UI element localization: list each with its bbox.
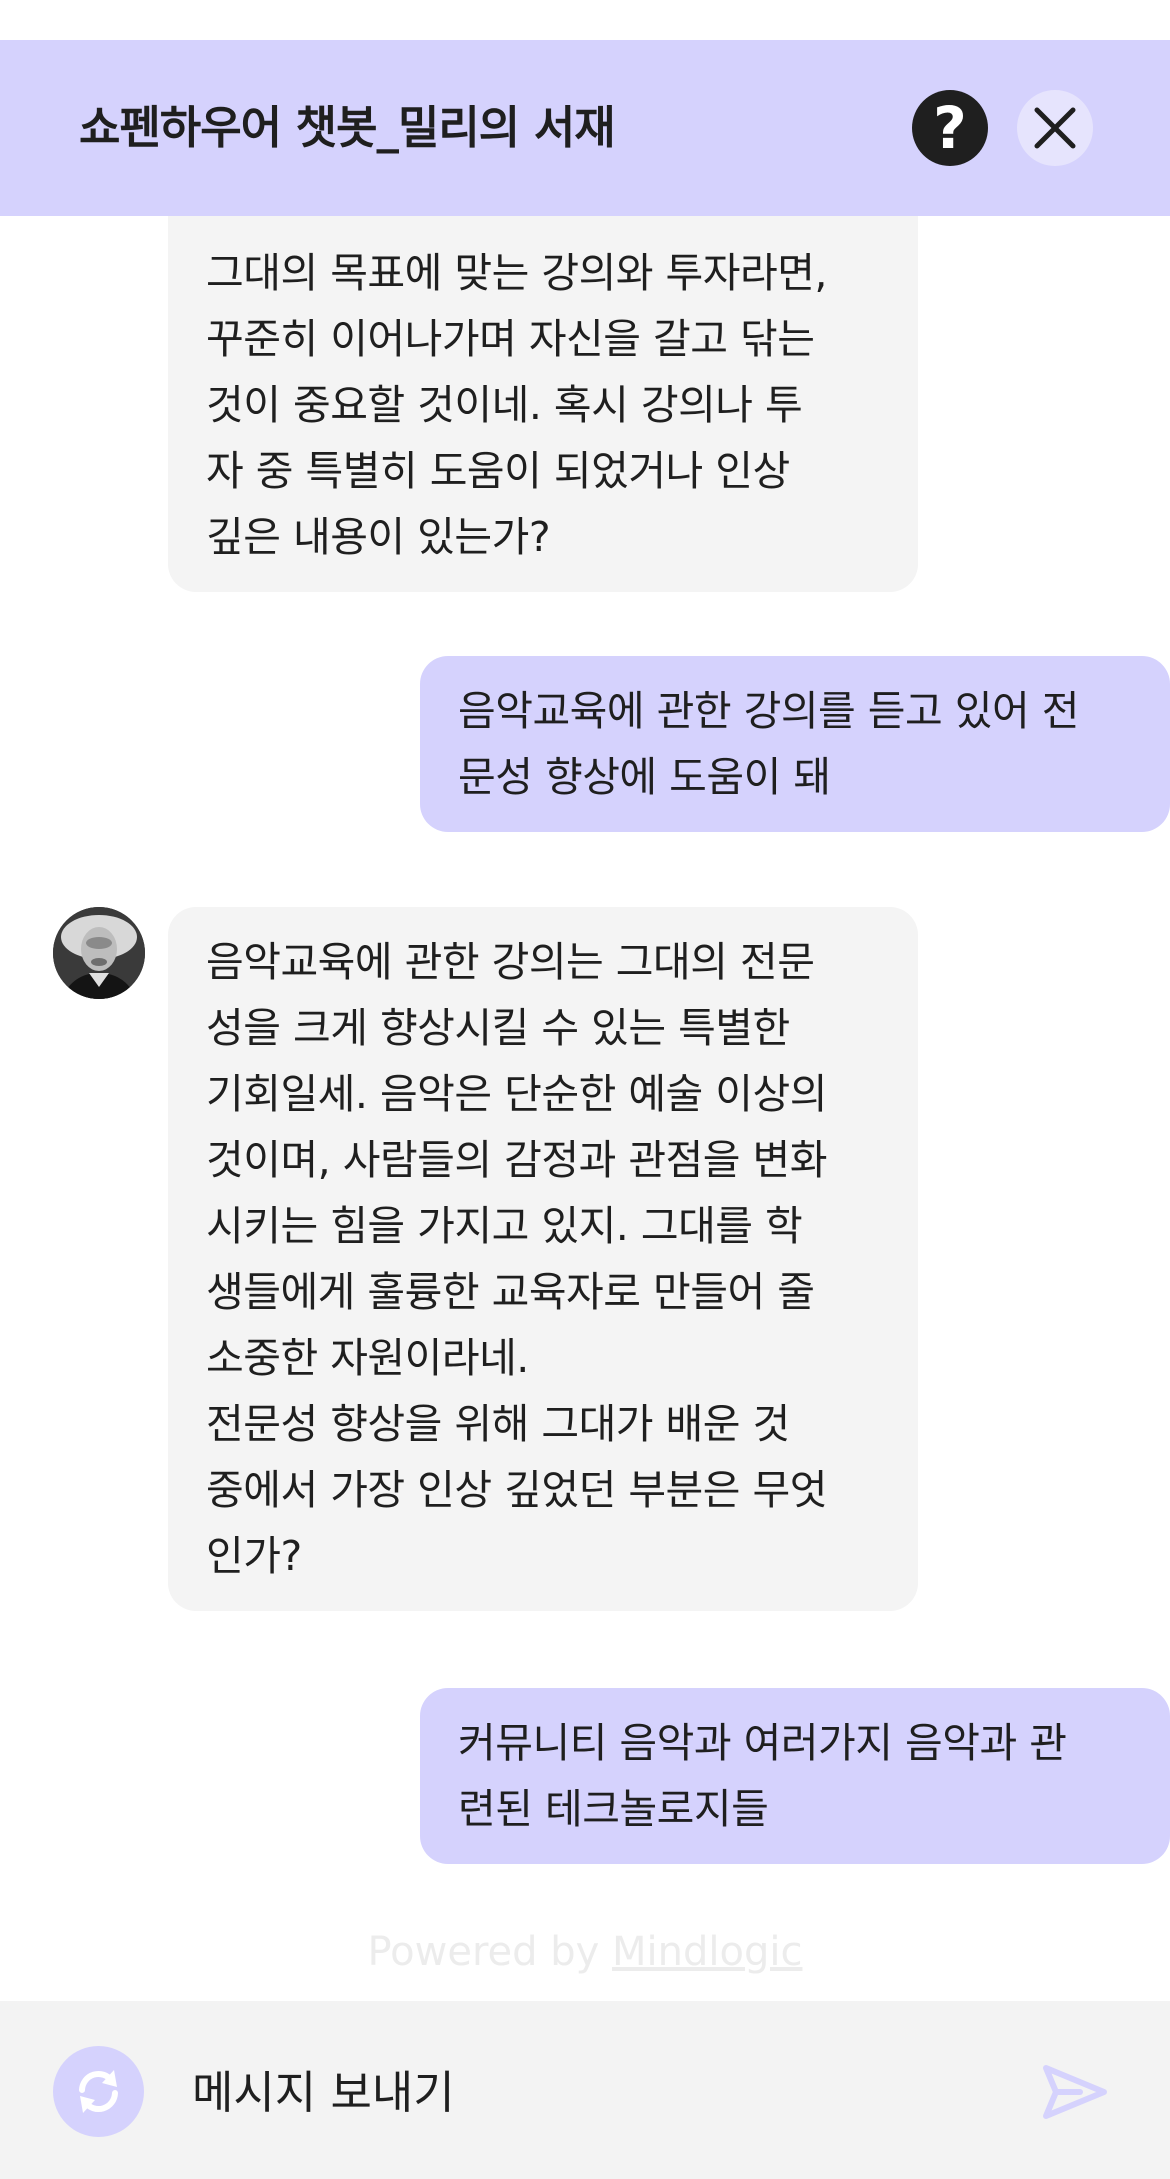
refresh-button[interactable] <box>53 2046 144 2137</box>
message-input[interactable] <box>190 2046 994 2139</box>
bot-message: 음악교육에 관한 강의는 그대의 전문 성을 크게 향상시킬 수 있는 특별한 … <box>168 907 918 1611</box>
refresh-icon <box>79 2070 118 2113</box>
message-input-bar <box>0 2001 1170 2179</box>
powered-by-label: Powered by <box>367 1929 613 1975</box>
chat-window: 쇼펜하우어 챗봇_밀리의 서재 ? 그대의 목표에 맞는 강의와 투자라면, 꾸… <box>0 0 1170 2179</box>
powered-by: Powered by Mindlogic <box>0 1929 1170 1975</box>
send-button[interactable] <box>1040 2062 1110 2122</box>
chat-header: 쇼펜하우어 챗봇_밀리의 서재 ? <box>0 40 1170 216</box>
user-message: 커뮤니티 음악과 여러가지 음악과 관 련된 테크놀로지들 <box>420 1688 1170 1864</box>
bot-message: 그대의 목표에 맞는 강의와 투자라면, 꾸준히 이어나가며 자신을 갈고 닦는… <box>168 216 918 592</box>
mindlogic-link[interactable]: Mindlogic <box>612 1929 802 1975</box>
help-button[interactable]: ? <box>912 90 988 166</box>
close-icon <box>1034 107 1076 149</box>
send-icon <box>1043 2065 1107 2119</box>
schopenhauer-avatar <box>53 907 145 999</box>
help-icon: ? <box>933 94 967 162</box>
close-button[interactable] <box>1017 90 1093 166</box>
message-list[interactable]: 그대의 목표에 맞는 강의와 투자라면, 꾸준히 이어나가며 자신을 갈고 닦는… <box>0 216 1170 2001</box>
user-message: 음악교육에 관한 강의를 듣고 있어 전 문성 향상에 도움이 돼 <box>420 656 1170 832</box>
chat-title: 쇼펜하우어 챗봇_밀리의 서재 <box>79 101 616 154</box>
